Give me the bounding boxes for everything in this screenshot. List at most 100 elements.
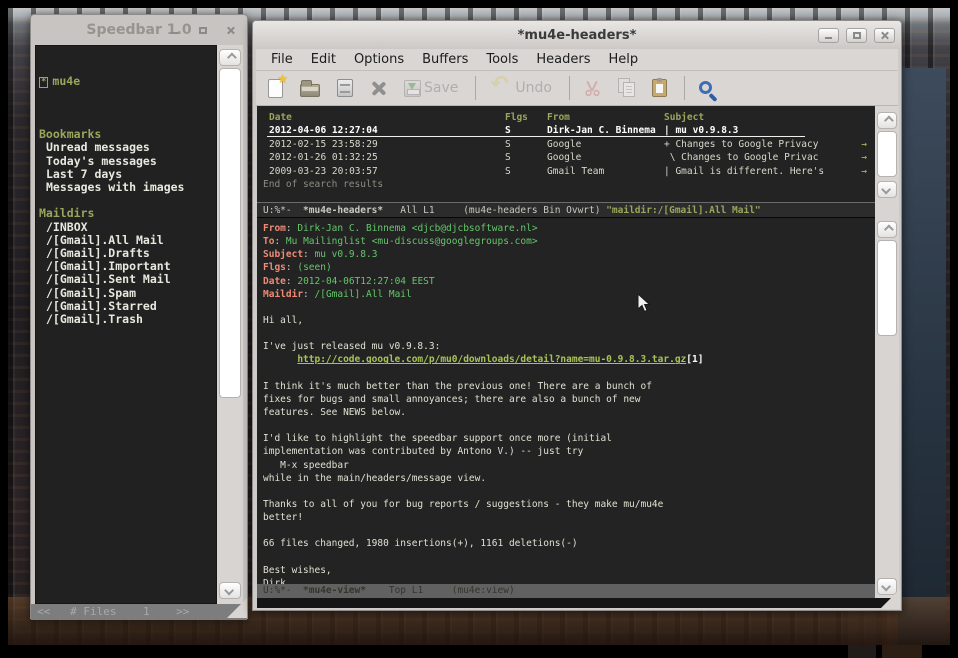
view-field-value: /[Gmail].All Mail: [315, 289, 412, 300]
close-button[interactable]: [220, 23, 241, 38]
open-icon: [300, 84, 320, 97]
menu-headers[interactable]: Headers: [527, 50, 599, 69]
speedbar-item[interactable]: /[Gmail].Trash: [39, 313, 216, 326]
view-scroll-down-button[interactable]: [877, 578, 897, 595]
search-button[interactable]: [697, 81, 714, 96]
message-body-line: [263, 485, 875, 498]
speedbar-item[interactable]: /[Gmail].Sent Mail: [39, 273, 216, 286]
view-field-colon: :: [286, 276, 297, 287]
minimize-button[interactable]: [164, 23, 185, 38]
expand-marker-icon[interactable]: *: [39, 77, 48, 88]
scroll-down-button[interactable]: [219, 582, 241, 599]
end-of-search-results: End of search results: [263, 178, 875, 191]
header-cell-flags: S: [505, 165, 511, 178]
chevron-up-icon: [883, 225, 893, 235]
view-field-colon: :: [286, 262, 297, 273]
menu-file[interactable]: File: [262, 50, 302, 69]
header-row[interactable]: 2012-04-06 12:27:04SDirk-Jan C. Binnema|…: [263, 124, 875, 137]
copy-button[interactable]: [616, 77, 637, 99]
view-scrollbar-thumb[interactable]: [877, 240, 897, 336]
speedbar-item[interactable]: Messages with images: [39, 181, 216, 194]
speedbar-section-maildirs: Maildirs: [39, 207, 216, 220]
view-field-value: (seen): [297, 262, 331, 273]
menu-tools[interactable]: Tools: [477, 50, 527, 69]
save-icon: [404, 80, 421, 97]
column-header-flags[interactable]: Flgs: [505, 111, 528, 124]
view-field-label: From: [263, 223, 286, 234]
headers-scrollbar-thumb[interactable]: [877, 131, 897, 177]
header-cell-from: Google: [547, 151, 581, 164]
wallpaper-building: [898, 68, 946, 645]
message-link[interactable]: http://code.google.com/p/mu0/downloads/d…: [297, 354, 686, 365]
open-file-button[interactable]: [298, 77, 322, 99]
menu-bar: FileEditOptionsBuffersToolsHeadersHelp: [256, 49, 898, 71]
cut-button[interactable]: [582, 78, 603, 98]
minimize-button[interactable]: [818, 28, 839, 43]
modeline-search-query: "maildir:/[Gmail].All Mail": [606, 205, 760, 216]
speedbar-root-line[interactable]: *mu4e: [39, 75, 216, 88]
new-icon: [268, 79, 283, 98]
message-body-line: while in the main/headers/message view.: [263, 472, 875, 485]
save-buffer-button[interactable]: Save: [402, 78, 460, 99]
close-icon: [880, 31, 889, 40]
speedbar-item[interactable]: Unread messages: [39, 141, 216, 154]
header-row[interactable]: 2009-03-23 20:03:57SGmail Team| Gmail is…: [263, 165, 875, 178]
close-buffer-button[interactable]: [368, 78, 389, 99]
column-header-subject[interactable]: Subject: [664, 111, 704, 124]
paste-button[interactable]: [650, 77, 669, 99]
view-field-label: To: [263, 236, 274, 247]
speedbar-scrollbar[interactable]: [217, 45, 243, 604]
message-view-pane: From: Dirk-Jan C. Binnema <djcb@djcbsoft…: [257, 218, 875, 584]
modeline-buffer-name[interactable]: *mu4e-view*: [303, 585, 366, 596]
scroll-up-button[interactable]: [219, 49, 241, 66]
headers-scroll-up-button[interactable]: [877, 112, 897, 129]
mu4e-titlebar[interactable]: *mu4e-headers*: [253, 21, 901, 49]
header-cell-date: 2012-04-06 12:27:04: [269, 124, 378, 137]
echo-area[interactable]: [257, 598, 899, 608]
speedbar-item[interactable]: /INBOX: [39, 221, 216, 234]
view-field-value: Mu Mailinglist <mu-discuss@googlegroups.…: [286, 236, 538, 247]
modeline-buffer-name[interactable]: *mu4e-headers*: [303, 205, 383, 216]
message-header-fields: From: Dirk-Jan C. Binnema <djcb@djcbsoft…: [263, 222, 875, 301]
dired-button[interactable]: [335, 77, 355, 99]
modeline-modes: (mu4e-headers Bin Ovwrt): [463, 205, 606, 216]
speedbar-item[interactable]: Today's messages: [39, 155, 216, 168]
modeline-view: U:%*- *mu4e-view* Top L1 (mu4e:view): [257, 584, 875, 598]
headers-scroll-down-button[interactable]: [877, 181, 897, 198]
headers-column-row: Date Flgs From Subject: [263, 111, 875, 124]
maximize-button[interactable]: [846, 28, 867, 43]
modeline-headers: U:%*- *mu4e-headers* All L1 (mu4e-header…: [257, 202, 875, 218]
menu-options[interactable]: Options: [345, 50, 413, 69]
message-body-line: http://code.google.com/p/mu0/downloads/d…: [263, 353, 875, 366]
toolbar-button-label: Undo: [515, 80, 552, 96]
speedbar-item[interactable]: /[Gmail].Spam: [39, 287, 216, 300]
editor-scrollbar-column: [875, 106, 899, 598]
menu-help[interactable]: Help: [600, 50, 648, 69]
menu-buffers[interactable]: Buffers: [413, 50, 477, 69]
message-body-line: [263, 301, 875, 314]
menu-edit[interactable]: Edit: [302, 50, 345, 69]
undo-button[interactable]: Undo: [488, 76, 554, 100]
view-header-line: Date: 2012-04-06T12:27:04 EEST: [263, 275, 875, 288]
speedbar-titlebar[interactable]: Speedbar 1.0: [31, 15, 247, 45]
view-field-label: Date: [263, 276, 286, 287]
view-scroll-up-button[interactable]: [877, 221, 897, 238]
header-row[interactable]: 2012-02-15 23:58:29SGoogle+ Changes to G…: [263, 138, 875, 151]
maximize-button[interactable]: [192, 23, 213, 38]
header-row[interactable]: 2012-01-26 01:32:25SGoogle \ Changes to …: [263, 151, 875, 164]
new-file-button[interactable]: [266, 77, 285, 100]
view-header-line: To: Mu Mailinglist <mu-discuss@googlegro…: [263, 235, 875, 248]
close-button[interactable]: [874, 28, 895, 43]
toolbar-button-label: Save: [424, 80, 458, 96]
header-cell-subject: | Gmail is different. Here's: [664, 165, 824, 178]
view-field-label: Flgs: [263, 262, 286, 273]
message-body-line: [263, 524, 875, 537]
chevron-up-icon: [226, 53, 236, 63]
header-cell-flags: S: [505, 124, 511, 137]
header-cell-date: 2009-03-23 20:03:57: [269, 165, 378, 178]
column-header-from[interactable]: From: [547, 111, 570, 124]
view-header-line: Subject: mu v0.9.8.3: [263, 248, 875, 261]
column-header-date[interactable]: Date: [269, 111, 292, 124]
scrollbar-thumb[interactable]: [219, 68, 241, 398]
chevron-down-icon: [224, 586, 234, 596]
